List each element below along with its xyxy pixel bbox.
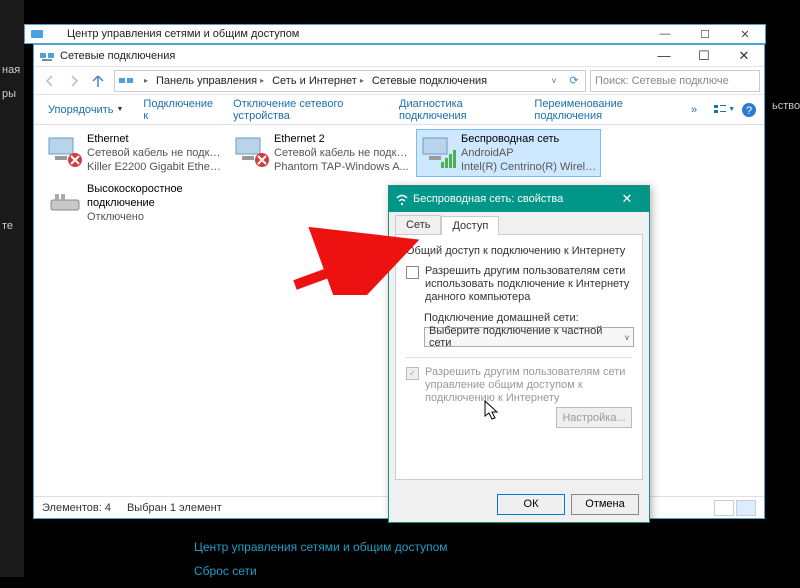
allow-control-checkbox: ✓	[406, 367, 419, 380]
address-bar[interactable]: ▸ Панель управления▸ Сеть и Интернет▸ Се…	[114, 70, 586, 92]
ethernet-icon	[45, 132, 87, 174]
footer-links: Центр управления сетями и общим доступом…	[194, 540, 448, 588]
status-items-count: Элементов: 4	[42, 502, 111, 514]
network-connections-icon	[39, 48, 55, 64]
connection-name: Беспроводная сеть	[461, 132, 598, 146]
connect-to-button[interactable]: Подключение к	[135, 94, 221, 126]
explorer-title: Сетевые подключения	[60, 50, 644, 62]
breadcrumb-segment[interactable]: ▸	[137, 71, 152, 91]
link-network-center[interactable]: Центр управления сетями и общим доступом	[194, 540, 448, 554]
command-bar: Упорядочить▼ Подключение к Отключение се…	[34, 95, 764, 125]
nav-up-button[interactable]	[86, 69, 110, 93]
allow-sharing-label: Разрешить другим пользователям сети испо…	[425, 265, 632, 304]
cancel-button[interactable]: Отмена	[571, 494, 639, 515]
connection-adapter: Intel(R) Centrino(R) Wireles...	[461, 160, 598, 174]
broadband-icon	[45, 182, 87, 224]
properties-titlebar[interactable]: Беспроводная сеть: свойства ✕	[389, 186, 649, 212]
tabs-row: Сеть Доступ	[389, 212, 649, 234]
connection-status: Сетевой кабель не подкл...	[274, 146, 411, 160]
home-network-dropdown[interactable]: Выберите подключение к частной сети v	[424, 327, 634, 347]
connection-status: Сетевой кабель не подкл...	[87, 146, 224, 160]
address-bar-row: ▸ Панель управления▸ Сеть и Интернет▸ Се…	[34, 67, 764, 95]
minimize-button[interactable]: —	[644, 45, 684, 67]
connection-item-broadband[interactable]: Высокоскоростное подключение Отключено	[42, 179, 227, 237]
wifi-icon	[395, 192, 409, 206]
rename-button[interactable]: Переименование подключения	[526, 94, 679, 126]
chevron-down-icon: v	[625, 333, 629, 342]
home-network-label: Подключение домашней сети:	[424, 312, 632, 324]
edge-text: те	[2, 220, 13, 232]
large-icons-view-button[interactable]	[736, 500, 756, 516]
more-dropdown[interactable]: »	[683, 100, 705, 120]
breadcrumb-segment[interactable]: Панель управления▸	[152, 71, 268, 91]
edge-text: ьство	[772, 100, 800, 112]
edge-text: ры	[2, 88, 16, 100]
ok-button[interactable]: ОК	[497, 494, 565, 515]
connection-adapter: Phantom TAP-Windows A...	[274, 160, 411, 174]
disable-device-button[interactable]: Отключение сетевого устройства	[225, 94, 387, 126]
diagnose-button[interactable]: Диагностика подключения	[391, 94, 522, 126]
explorer-titlebar: Сетевые подключения — ☐ ✕	[34, 45, 764, 67]
link-network-reset[interactable]: Сброс сети	[194, 564, 448, 578]
close-button[interactable]: ✕	[724, 45, 764, 67]
network-center-icon	[29, 26, 45, 42]
connection-adapter: Killer E2200 Gigabit Etherne...	[87, 160, 224, 174]
tab-sharing[interactable]: Доступ	[441, 216, 499, 235]
maximize-button[interactable]: ☐	[685, 28, 725, 41]
close-button[interactable]: ✕	[611, 191, 643, 207]
details-view-button[interactable]	[714, 500, 734, 516]
svg-text:?: ?	[746, 105, 752, 117]
settings-button: Настройка...	[556, 407, 632, 428]
edge-text: ная	[2, 64, 20, 76]
minimize-button[interactable]: —	[645, 28, 685, 41]
close-button[interactable]: ✕	[725, 28, 765, 41]
allow-control-label: Разрешить другим пользователям сети упра…	[425, 366, 632, 405]
status-selected-count: Выбран 1 элемент	[127, 502, 222, 514]
properties-dialog: Беспроводная сеть: свойства ✕ Сеть Досту…	[388, 185, 650, 523]
network-connections-icon	[118, 73, 134, 89]
desktop-edge	[0, 0, 24, 577]
breadcrumb-segment[interactable]: Сеть и Интернет▸	[268, 71, 368, 91]
search-input[interactable]: Поиск: Сетевые подключе	[590, 70, 760, 92]
maximize-button[interactable]: ☐	[684, 45, 724, 67]
refresh-button[interactable]: ⟳	[563, 74, 585, 87]
nav-back-button[interactable]	[38, 69, 62, 93]
properties-title: Беспроводная сеть: свойства	[413, 193, 611, 205]
tab-network[interactable]: Сеть	[395, 215, 441, 234]
connection-name: Ethernet 2	[274, 132, 411, 146]
search-placeholder: Поиск: Сетевые подключе	[595, 75, 729, 87]
parent-window-title: Центр управления сетями и общим доступом	[67, 28, 645, 40]
connection-item-ethernet[interactable]: Ethernet Сетевой кабель не подкл... Kill…	[42, 129, 227, 177]
sharing-group-title: Общий доступ к подключению к Интернету	[406, 245, 632, 257]
dropdown-value: Выберите подключение к частной сети	[429, 325, 625, 349]
allow-sharing-checkbox[interactable]	[406, 266, 419, 279]
view-options-button[interactable]: ▼	[713, 99, 735, 121]
ethernet-icon	[232, 132, 274, 174]
nav-forward-button[interactable]	[62, 69, 86, 93]
connection-name: Высокоскоростное подключение	[87, 182, 224, 210]
connection-item-wireless[interactable]: Беспроводная сеть AndroidAP Intel(R) Cen…	[416, 129, 601, 177]
tab-content: Общий доступ к подключению к Интернету Р…	[395, 234, 643, 480]
breadcrumb-segment[interactable]: Сетевые подключения	[368, 71, 491, 91]
connection-status: AndroidAP	[461, 146, 598, 160]
wireless-icon	[419, 132, 461, 174]
connection-item-ethernet2[interactable]: Ethernet 2 Сетевой кабель не подкл... Ph…	[229, 129, 414, 177]
connection-name: Ethernet	[87, 132, 224, 146]
organize-menu[interactable]: Упорядочить▼	[40, 100, 131, 120]
dialog-footer: ОК Отмена	[389, 486, 649, 522]
parent-window-titlebar: Центр управления сетями и общим доступом…	[24, 24, 766, 44]
connection-status: Отключено	[87, 210, 224, 224]
history-dropdown-button[interactable]: v	[545, 76, 563, 85]
help-button[interactable]: ?	[739, 99, 758, 121]
